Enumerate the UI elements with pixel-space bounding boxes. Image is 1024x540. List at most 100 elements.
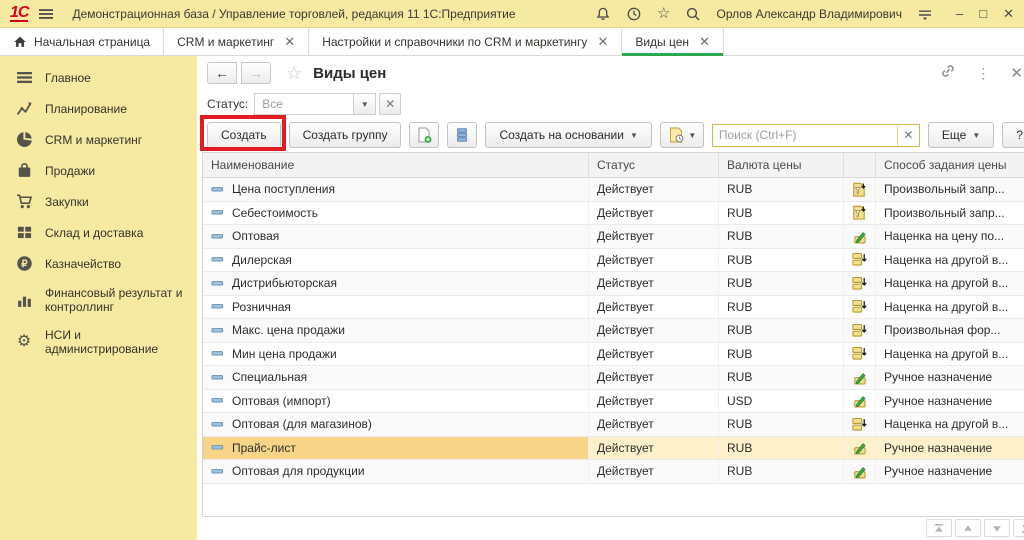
- table-row[interactable]: Прайс-листДействуетRUBРучное назначение: [203, 437, 1024, 461]
- tab-close-icon[interactable]: ✕: [699, 34, 710, 50]
- price-manual-icon: [852, 370, 867, 385]
- column-header-4[interactable]: [844, 153, 876, 177]
- sidebar-item-казначейство[interactable]: ₽Казначейство: [0, 248, 197, 279]
- sidebar-item-label: Продажи: [45, 164, 95, 178]
- price-markup-icon: [852, 346, 867, 361]
- tab-4[interactable]: Виды цен✕: [622, 28, 724, 55]
- price-type-name: Мин цена продажи: [232, 347, 337, 361]
- create-button[interactable]: Создать: [207, 122, 281, 148]
- cell-currency: RUB: [719, 225, 844, 248]
- close-window-button[interactable]: ✕: [1003, 7, 1014, 21]
- column-header-1[interactable]: Наименование: [203, 153, 589, 177]
- list-toolbar: Создать Создать группу Создать на основа…: [197, 118, 1024, 152]
- table-header: НаименованиеСтатусВалюта цены Способ зада…: [203, 153, 1024, 178]
- cell-currency: RUB: [719, 319, 844, 342]
- scroll-down-button[interactable]: [984, 519, 1010, 537]
- main-menu-icon[interactable]: [38, 6, 54, 22]
- service-menu-icon[interactable]: [917, 6, 933, 22]
- search-clear-icon[interactable]: ✕: [897, 125, 919, 146]
- table-row[interactable]: ОптоваяДействуетRUBНаценка на цену по...: [203, 225, 1024, 249]
- minimize-button[interactable]: –: [956, 7, 963, 21]
- combo-dropdown-icon[interactable]: ▼: [354, 93, 376, 115]
- more-menu-kebab-icon[interactable]: ⋮: [976, 65, 990, 82]
- tab-3[interactable]: Настройки и справочники по CRM и маркети…: [309, 28, 622, 55]
- tab-2[interactable]: CRM и маркетинг✕: [164, 28, 309, 55]
- cell-method-icon: [844, 413, 876, 436]
- sidebar-item-нси-и-администрирование[interactable]: ⚙НСИ и администрирование: [0, 321, 197, 363]
- favorites-star-icon[interactable]: ☆: [657, 7, 670, 21]
- more-button[interactable]: Еще▼: [928, 122, 994, 148]
- scroll-to-top-button[interactable]: [926, 519, 952, 537]
- cell-method: Произвольный запр...: [876, 178, 1024, 201]
- cell-method: Ручное назначение: [876, 460, 1024, 483]
- table-row[interactable]: Цена поступленияДействуетRUBПроизвольный…: [203, 178, 1024, 202]
- table-row[interactable]: СпециальнаяДействуетRUBРучное назначение: [203, 366, 1024, 390]
- cell-method-icon: [844, 202, 876, 225]
- grid-icon: [14, 224, 34, 241]
- tab-1[interactable]: Начальная страница: [0, 28, 164, 55]
- table-row[interactable]: Оптовая для продукцииДействуетRUBРучное …: [203, 460, 1024, 484]
- copy-item-button[interactable]: [409, 122, 439, 148]
- cell-method: Наценка на другой в...: [876, 249, 1024, 272]
- sidebar-item-главное[interactable]: Главное: [0, 62, 197, 93]
- table-row[interactable]: Макс. цена продажиДействуетRUBПроизвольн…: [203, 319, 1024, 343]
- global-search-icon[interactable]: [685, 6, 701, 22]
- pie-chart-icon: [14, 131, 34, 148]
- cell-name: Розничная: [203, 296, 589, 319]
- search-input[interactable]: [713, 128, 897, 142]
- column-header-5[interactable]: Способ задания цены: [876, 153, 1024, 177]
- cell-method-icon: [844, 272, 876, 295]
- table-row[interactable]: ДилерскаяДействуетRUBНаценка на другой в…: [203, 249, 1024, 273]
- list-scroll-buttons: [926, 519, 1024, 537]
- help-button[interactable]: ?: [1002, 122, 1024, 148]
- search-field[interactable]: ✕: [712, 124, 920, 147]
- create-group-button[interactable]: Создать группу: [289, 122, 402, 148]
- list-view-button[interactable]: [447, 122, 477, 148]
- history-icon[interactable]: [626, 6, 642, 22]
- sidebar-item-crm-и-маркетинг[interactable]: CRM и маркетинг: [0, 124, 197, 155]
- sidebar-item-закупки[interactable]: Закупки: [0, 186, 197, 217]
- table-row[interactable]: ДистрибьюторскаяДействуетRUBНаценка на д…: [203, 272, 1024, 296]
- table-row[interactable]: СебестоимостьДействуетRUBПроизвольный за…: [203, 202, 1024, 226]
- shopping-cart-icon: [14, 193, 34, 210]
- table-row[interactable]: Оптовая (импорт)ДействуетUSDРучное назна…: [203, 390, 1024, 414]
- cell-currency: RUB: [719, 202, 844, 225]
- scroll-up-button[interactable]: [955, 519, 981, 537]
- status-filter-row: Статус: Все ▼ ✕: [197, 90, 1024, 118]
- notifications-bell-icon[interactable]: [595, 6, 611, 22]
- cell-currency: RUB: [719, 460, 844, 483]
- status-filter-combo[interactable]: Все ▼ ✕: [254, 93, 401, 115]
- report-button[interactable]: ▼: [660, 122, 704, 148]
- cell-name: Оптовая: [203, 225, 589, 248]
- table-row[interactable]: Оптовая (для магазинов)ДействуетRUBНацен…: [203, 413, 1024, 437]
- create-based-on-button[interactable]: Создать на основании▼: [485, 122, 651, 148]
- tab-close-icon[interactable]: ✕: [284, 34, 295, 50]
- forward-button[interactable]: →: [241, 62, 271, 84]
- status-filter-value[interactable]: Все: [254, 93, 354, 115]
- close-pane-icon[interactable]: ✕: [1010, 64, 1023, 82]
- scroll-to-bottom-button[interactable]: [1013, 519, 1024, 537]
- column-header-2[interactable]: Статус: [589, 153, 719, 177]
- column-header-3[interactable]: Валюта цены: [719, 153, 844, 177]
- get-link-icon[interactable]: [940, 63, 956, 84]
- cell-status: Действует: [589, 390, 719, 413]
- back-button[interactable]: ←: [207, 62, 237, 84]
- shopping-bag-icon: [14, 162, 34, 179]
- cell-method: Ручное назначение: [876, 390, 1024, 413]
- sidebar-item-продажи[interactable]: Продажи: [0, 155, 197, 186]
- cell-status: Действует: [589, 202, 719, 225]
- sidebar-item-склад-и-доставка[interactable]: Склад и доставка: [0, 217, 197, 248]
- maximize-button[interactable]: □: [979, 7, 987, 21]
- price-type-name: Оптовая: [232, 229, 279, 243]
- cell-method: Наценка на цену по...: [876, 225, 1024, 248]
- sidebar-item-финансовый-результат-и-контроллинг[interactable]: Финансовый результат и контроллинг: [0, 279, 197, 321]
- tab-close-icon[interactable]: ✕: [597, 34, 608, 50]
- cell-name: Мин цена продажи: [203, 343, 589, 366]
- cell-method: Произвольный запр...: [876, 202, 1024, 225]
- table-row[interactable]: Мин цена продажиДействуетRUBНаценка на д…: [203, 343, 1024, 367]
- table-row[interactable]: РозничнаяДействуетRUBНаценка на другой в…: [203, 296, 1024, 320]
- sidebar-item-планирование[interactable]: Планирование: [0, 93, 197, 124]
- combo-clear-icon[interactable]: ✕: [379, 93, 401, 115]
- add-to-favorites-star-icon[interactable]: ☆: [286, 64, 302, 82]
- current-user-name[interactable]: Орлов Александр Владимирович: [716, 7, 902, 21]
